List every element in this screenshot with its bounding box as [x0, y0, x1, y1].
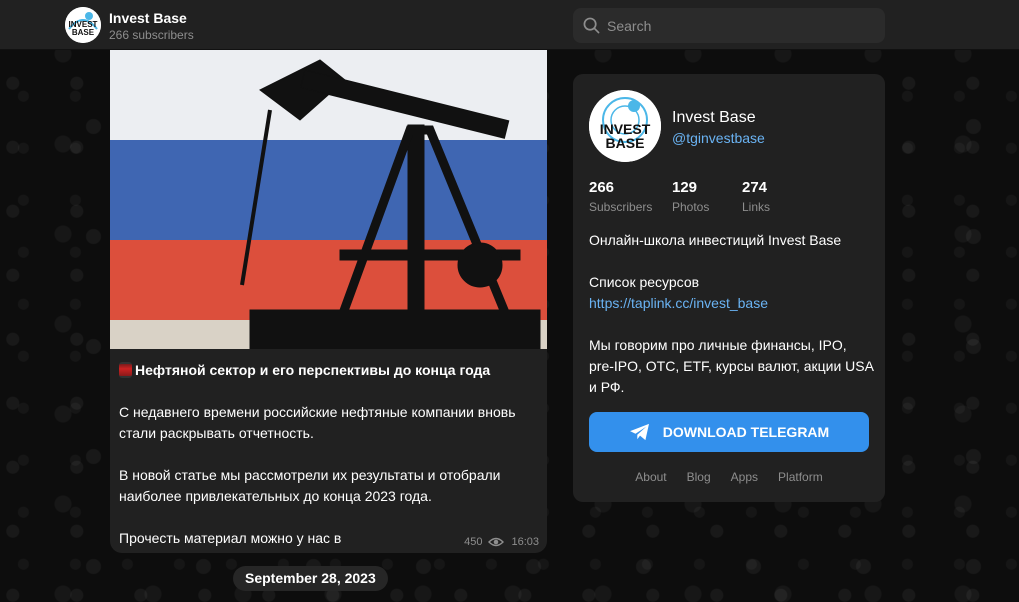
resources-label: Список ресурсов	[589, 274, 700, 290]
stat-label: Links	[742, 200, 771, 214]
post-paragraph: С недавнего времени российские нефтяные …	[119, 404, 516, 441]
top-bar: INVEST BASE Invest Base 266 subscribers	[0, 0, 1019, 50]
search-icon	[583, 17, 600, 34]
channel-avatar[interactable]: INVEST BASE	[65, 7, 101, 43]
description-resources: Список ресурсов https://taplink.cc/inves…	[589, 272, 875, 314]
description-line: Онлайн-школа инвестиций Invest Base	[589, 232, 842, 248]
channel-description: Онлайн-школа инвестиций Invest Base Спис…	[589, 230, 875, 419]
stat-label: Photos	[672, 200, 710, 214]
telegram-plane-icon	[629, 423, 649, 441]
view-count: 450	[464, 536, 483, 548]
stat-value: 129	[672, 179, 698, 196]
channel-logo: INVEST BASE	[589, 90, 661, 162]
footer-link-blog[interactable]: Blog	[687, 470, 711, 484]
stat-photos: 129 Photos	[672, 179, 709, 214]
post-image-oil-pump-flag[interactable]	[110, 50, 547, 349]
card-channel-name: Invest Base	[672, 109, 756, 126]
card-channel-handle[interactable]: @tginvestbase	[672, 130, 765, 146]
channel-info-card: INVEST BASE Invest Base @tginvestbase 26…	[573, 74, 885, 502]
download-button-label: DOWNLOAD TELEGRAM	[662, 424, 830, 440]
post-time[interactable]: 16:03	[511, 536, 539, 548]
eye-icon	[488, 537, 505, 547]
stat-value: 266	[589, 179, 615, 196]
post-paragraph: В новой статье мы рассмотрели их результ…	[119, 467, 501, 504]
post-text: Нефтяной сектор и его перспективы до кон…	[119, 360, 539, 553]
resources-link[interactable]: https://taplink.cc/invest_base	[589, 295, 768, 311]
svg-text:BASE: BASE	[72, 28, 95, 37]
stat-label: Subscribers	[589, 200, 653, 214]
footer-link-about[interactable]: About	[635, 470, 666, 484]
search-input[interactable]	[607, 8, 877, 43]
footer-links: About Blog Apps Platform	[573, 470, 885, 484]
channel-post: Нефтяной сектор и его перспективы до кон…	[110, 50, 547, 553]
stat-subscribers: 266 Subscribers	[589, 179, 652, 214]
stat-value: 274	[742, 179, 768, 196]
date-divider: September 28, 2023	[233, 566, 388, 591]
search-box[interactable]	[573, 8, 885, 43]
stat-links: 274 Links	[742, 179, 770, 214]
barrel-emoji-icon	[119, 362, 132, 378]
post-headline: Нефтяной сектор и его перспективы до кон…	[119, 360, 539, 381]
svg-text:BASE: BASE	[606, 135, 645, 151]
post-meta: 450 16:03	[464, 536, 539, 548]
download-telegram-button[interactable]: DOWNLOAD TELEGRAM	[589, 412, 869, 452]
channel-title[interactable]: Invest Base	[109, 10, 187, 26]
footer-link-platform[interactable]: Platform	[778, 470, 823, 484]
footer-link-apps[interactable]: Apps	[731, 470, 758, 484]
subscriber-count: 266 subscribers	[109, 28, 194, 42]
description-line: Мы говорим про личные финансы, IPO, pre-…	[589, 337, 874, 395]
